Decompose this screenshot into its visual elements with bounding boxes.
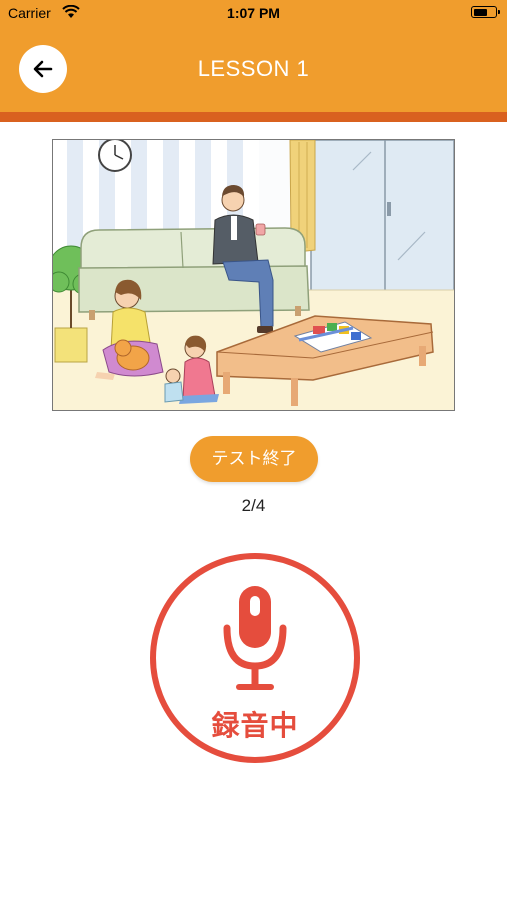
question-progress: 2/4	[241, 496, 266, 515]
status-bar: Carrier 1:07 PM	[0, 0, 507, 26]
header-bottom-stripe	[0, 112, 507, 122]
microphone-icon	[223, 586, 287, 690]
clock-time: 1:07 PM	[227, 5, 280, 21]
recording-label: 録音中	[211, 710, 299, 741]
header-bar: LESSON 1	[0, 26, 507, 112]
page-title: LESSON 1	[197, 56, 310, 81]
end-test-button[interactable]: テスト終了	[190, 436, 318, 482]
living-room-illustration	[52, 139, 455, 411]
record-button[interactable]: 録音中	[150, 553, 360, 763]
battery-icon	[471, 6, 500, 18]
